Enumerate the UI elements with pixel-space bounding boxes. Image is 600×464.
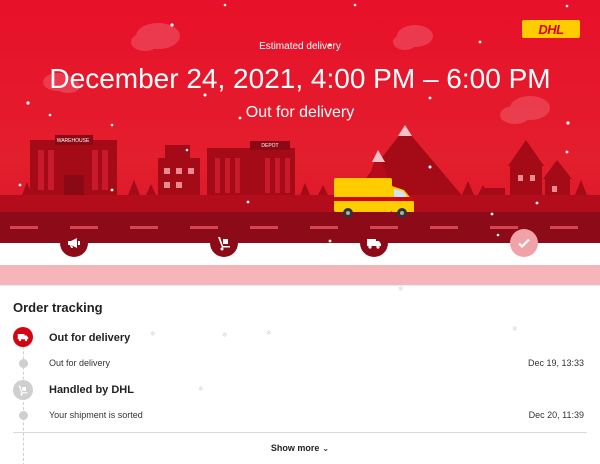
dhl-logo[interactable]: DHL <box>522 20 580 38</box>
event-detail: Out for delivery <box>49 358 111 368</box>
snowflake-icon: ❄ <box>222 332 228 339</box>
progress-step-out-for-delivery <box>360 229 388 257</box>
depot-sign: DEPOT <box>261 143 278 149</box>
snowflake-icon: ❄ <box>398 286 404 293</box>
snowflake-icon: ❄ <box>512 326 518 333</box>
event-detail: Your shipment is sorted <box>49 410 143 420</box>
snowflake-icon: ❄ <box>266 330 272 337</box>
shipment-status: Out for delivery <box>245 104 355 121</box>
show-more-label: Show more <box>270 443 320 453</box>
logo-text: DHL <box>538 21 564 37</box>
warehouse-sign: WAREHOUSE <box>57 138 90 144</box>
event-dot <box>19 411 28 420</box>
order-tracking-card: Order tracking Out for delivery Out for … <box>0 285 600 464</box>
hand-truck-icon <box>18 385 28 396</box>
progress-step-delivered <box>510 229 538 257</box>
chevron-down-icon: ⌄ <box>322 444 330 453</box>
snowflake-icon: ❄ <box>150 331 156 338</box>
hand-truck-icon <box>218 237 230 251</box>
section-separator <box>0 265 600 285</box>
event-status-icon <box>13 380 33 400</box>
order-tracking-title: Order tracking <box>13 300 103 315</box>
event-heading: Handled by DHL <box>49 384 134 396</box>
event-timestamp: Dec 20, 11:39 <box>528 410 584 420</box>
event-dot <box>19 359 28 368</box>
estimated-delivery-window: December 24, 2021, 4:00 PM – 6:00 PM <box>49 63 551 94</box>
event-heading: Out for delivery <box>49 332 131 344</box>
delivery-scene-illustration: WAREHOUSE DEPOT <box>0 3 600 247</box>
event-status-icon <box>13 327 33 347</box>
show-more-button[interactable]: Show more ⌄ <box>0 443 600 453</box>
snowflake-icon: ❄ <box>198 386 204 393</box>
progress-step-announced <box>60 229 88 257</box>
megaphone-icon <box>68 238 80 248</box>
delivery-truck-icon <box>17 334 29 342</box>
divider <box>13 432 587 433</box>
delivery-hero: WAREHOUSE DEPOT DHL Estimated delivery D… <box>0 0 600 265</box>
delivery-truck-icon <box>367 239 381 249</box>
progress-step-handled <box>210 229 238 257</box>
estimated-delivery-label: Estimated delivery <box>259 41 341 52</box>
checkmark-icon <box>518 238 530 249</box>
event-timestamp: Dec 19, 13:33 <box>527 358 584 368</box>
